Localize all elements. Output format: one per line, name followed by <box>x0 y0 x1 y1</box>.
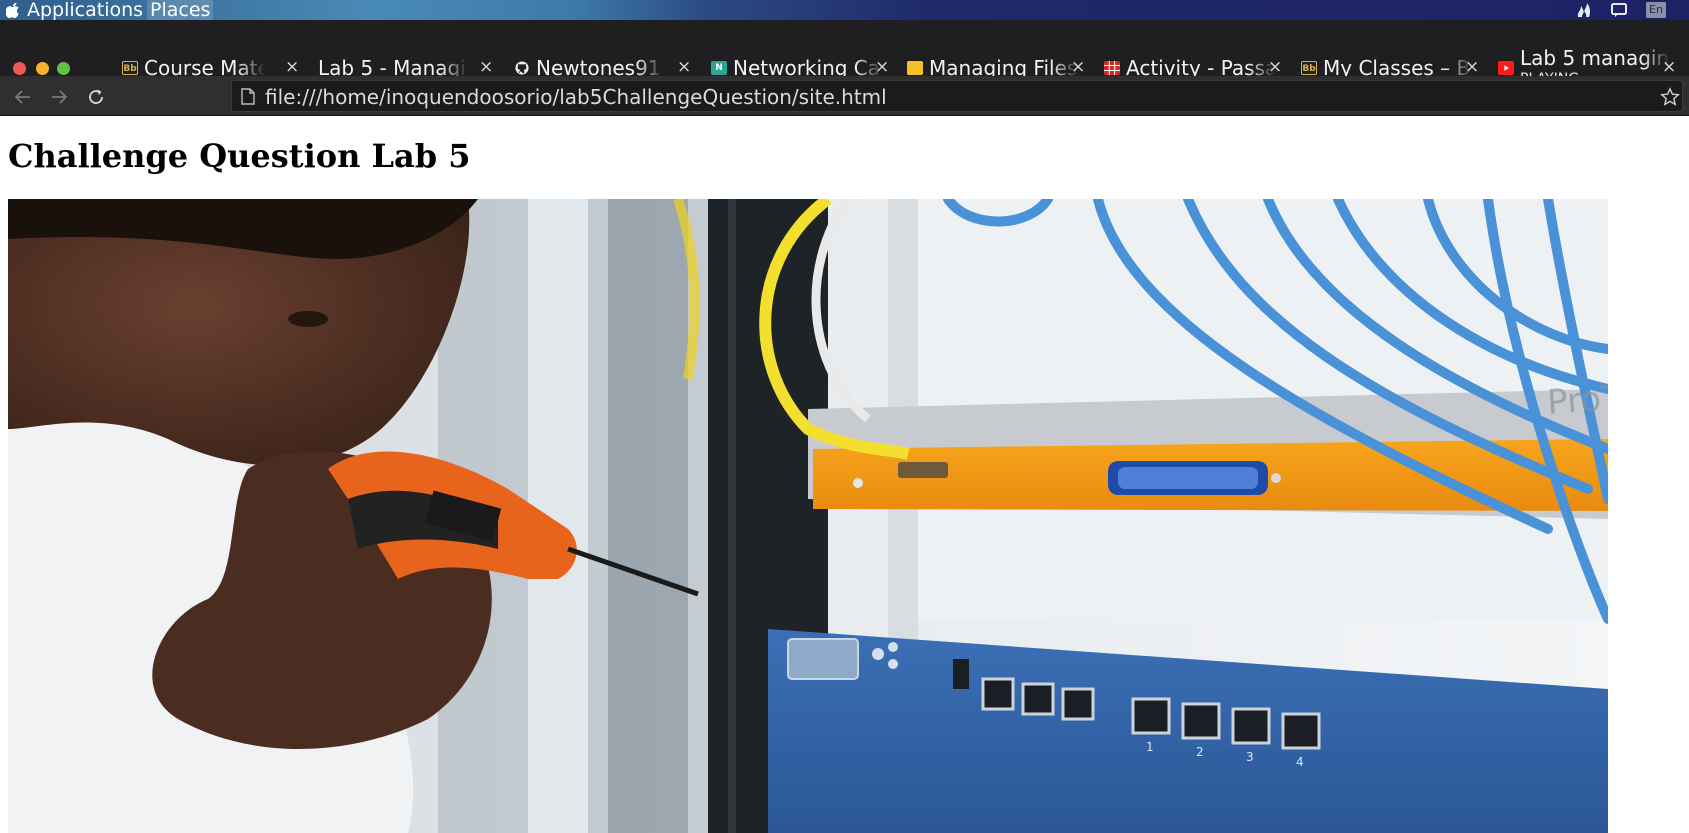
page-document-icon <box>241 88 255 105</box>
blackboard-icon: Bb <box>122 61 138 75</box>
networking-site-icon: N <box>711 61 727 75</box>
github-icon <box>515 61 529 75</box>
port-label: 3 <box>1246 750 1254 764</box>
device-brand-label: ProTel <box>1546 376 1608 423</box>
port-label: 1 <box>1146 740 1154 754</box>
apple-logo-icon[interactable] <box>6 2 20 18</box>
places-menu[interactable]: Places <box>147 0 214 20</box>
window-minimize-button[interactable] <box>36 62 49 75</box>
window-close-button[interactable] <box>13 62 26 75</box>
url-text[interactable]: file:///home/inoquendoosorio/lab5Challen… <box>265 84 887 110</box>
tab-title: Lab 5 managing <box>1520 46 1670 70</box>
chat-icon[interactable] <box>1610 2 1628 18</box>
desktop-top-panel: Applications Places En <box>0 0 1689 20</box>
keyboard-language-icon[interactable]: En <box>1646 2 1666 18</box>
reload-icon[interactable] <box>85 86 107 108</box>
browser-tab-strip: Bb Course Materia × Lab 5 - Managing × N… <box>0 20 1689 87</box>
browser-toolbar: file:///home/inoquendoosorio/lab5Challen… <box>0 76 1689 116</box>
network-technician-photo: ProTel 1 2 3 4 <box>8 199 1608 833</box>
port-label: 2 <box>1196 745 1204 759</box>
window-maximize-button[interactable] <box>57 62 70 75</box>
flame-icon[interactable] <box>1575 2 1593 18</box>
grid-app-icon <box>1104 61 1120 75</box>
forward-arrow-icon[interactable] <box>48 86 70 108</box>
port-label: 4 <box>1296 755 1304 769</box>
applications-menu[interactable]: Applications <box>24 0 146 20</box>
page-heading: Challenge Question Lab 5 <box>8 137 471 175</box>
bookmark-star-icon[interactable] <box>1660 87 1680 107</box>
address-bar[interactable]: file:///home/inoquendoosorio/lab5Challen… <box>231 80 1683 112</box>
youtube-icon <box>1498 61 1514 75</box>
back-arrow-icon[interactable] <box>12 86 34 108</box>
google-slides-icon <box>907 61 923 75</box>
photo-illustration: ProTel 1 2 3 4 <box>8 199 1608 833</box>
blackboard-icon: Bb <box>1301 61 1317 75</box>
